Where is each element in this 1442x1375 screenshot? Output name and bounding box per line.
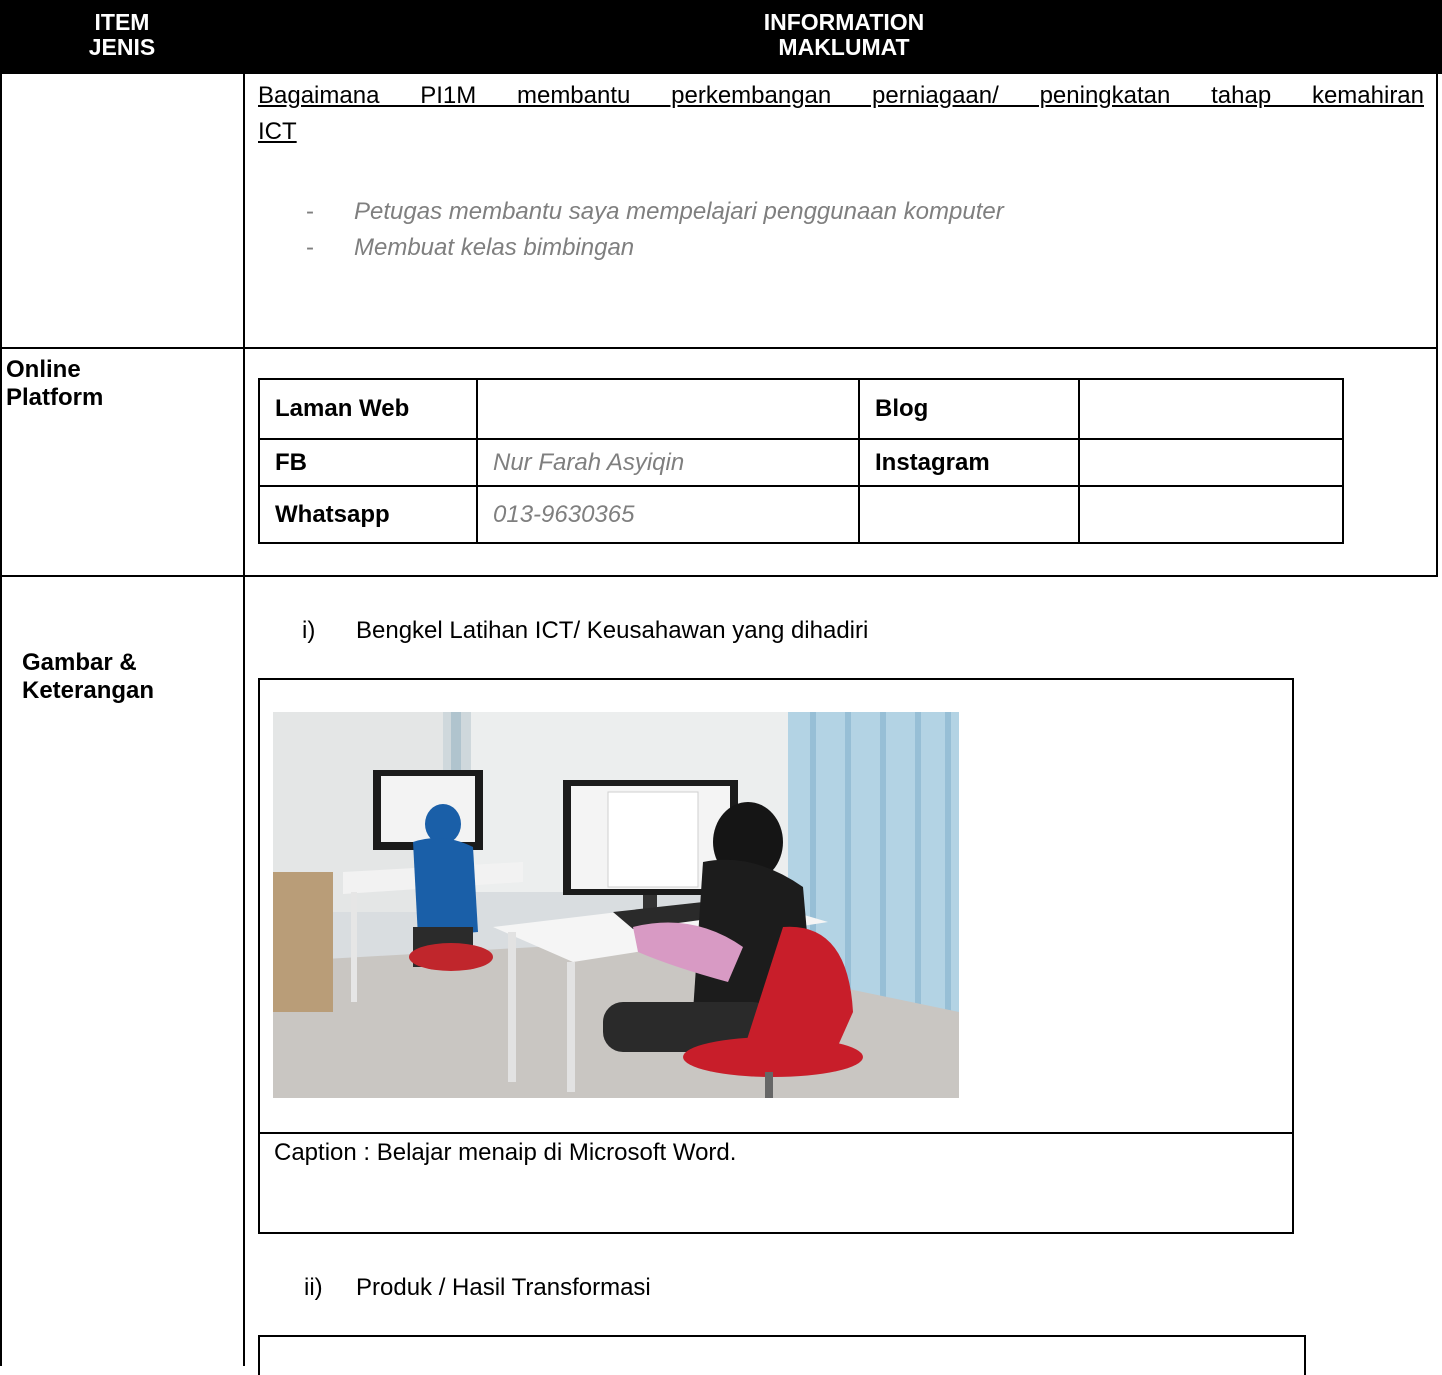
photo-box: Caption : Belajar menaip di Microsoft Wo… xyxy=(258,678,1294,1234)
section-heading: Bagaimana PI1M membantu perkembangan per… xyxy=(258,78,1424,114)
bullet-text: Membuat kelas bimbingan xyxy=(354,234,635,261)
item-text: Produk / Hasil Transformasi xyxy=(356,1274,651,1301)
bullet-text: Petugas membantu saya mempelajari penggu… xyxy=(354,198,1004,225)
row-divider-2 xyxy=(0,575,1438,577)
gambar-label-line1: Gambar & xyxy=(22,649,137,676)
header-item-column: ITEM JENIS xyxy=(0,10,244,60)
bullet-list: - Petugas membantu saya mempelajari pengg… xyxy=(306,194,1406,266)
section-heading-line2: ICT xyxy=(258,118,297,145)
header-item-en: ITEM xyxy=(94,9,150,35)
cell-instagram-label: Instagram xyxy=(875,448,990,476)
cell-empty-label xyxy=(860,487,1078,542)
cell-whatsapp-label: Whatsapp xyxy=(275,500,390,528)
training-photo-illustration xyxy=(273,712,959,1098)
list-item: - Membuat kelas bimbingan xyxy=(306,230,1406,266)
header-info-en: INFORMATION xyxy=(763,9,925,35)
cell-fb-label: FB xyxy=(275,448,307,476)
cell-empty-value xyxy=(1080,487,1342,542)
right-border xyxy=(1436,74,1438,576)
online-label-line2: Platform xyxy=(6,384,104,411)
training-photo xyxy=(273,712,959,1098)
item-text: Bengkel Latihan ICT/ Keusahawan yang dih… xyxy=(356,617,869,644)
header-item-ms: JENIS xyxy=(88,34,156,60)
cell-whatsapp-value: 013-9630365 xyxy=(493,500,635,528)
table-header: ITEM JENIS INFORMATION MAKLUMAT xyxy=(0,0,1442,74)
gambar-keterangan-label: Gambar & Keterangan xyxy=(22,649,154,705)
left-border xyxy=(0,74,2,1366)
list-item: - Petugas membantu saya mempelajari pengg… xyxy=(306,194,1406,230)
item-heading-i: i) Bengkel Latihan ICT/ Keusahawan yang d… xyxy=(302,616,1202,646)
item-number: i) xyxy=(302,617,316,644)
cell-blog-value xyxy=(1080,380,1342,438)
header-information-column: INFORMATION MAKLUMAT xyxy=(246,10,1442,60)
section-transformation: Bagaimana PI1M membantu perkembangan per… xyxy=(258,78,1424,150)
header-info-ms: MAKLUMAT xyxy=(778,34,910,60)
photo-caption: Caption : Belajar menaip di Microsoft Wo… xyxy=(274,1139,737,1166)
cell-fb-value: Nur Farah Asyiqin xyxy=(493,448,685,476)
caption-divider xyxy=(260,1132,1292,1134)
row-divider-1 xyxy=(0,347,1438,349)
online-platform-label: Online Platform xyxy=(6,356,103,412)
section-heading-line1: Bagaimana PI1M membantu perkembangan per… xyxy=(258,82,1424,109)
bullet-dash: - xyxy=(306,234,314,261)
cell-instagram-value xyxy=(1080,440,1342,485)
cell-laman-web-label: Laman Web xyxy=(275,395,410,422)
column-divider xyxy=(243,74,245,1366)
online-label-line1: Online xyxy=(6,356,81,383)
bullet-dash: - xyxy=(306,198,314,225)
gambar-label-line2: Keterangan xyxy=(22,677,155,704)
cell-laman-web-value xyxy=(478,380,858,438)
product-photo-box xyxy=(258,1335,1306,1375)
online-platform-table: Laman Web Blog FB Nur Farah Asyiqin Inst… xyxy=(258,378,1344,544)
item-heading-ii: ii) Produk / Hasil Transformasi xyxy=(304,1273,1204,1303)
item-number: ii) xyxy=(304,1274,323,1301)
cell-blog-label: Blog xyxy=(875,395,929,422)
